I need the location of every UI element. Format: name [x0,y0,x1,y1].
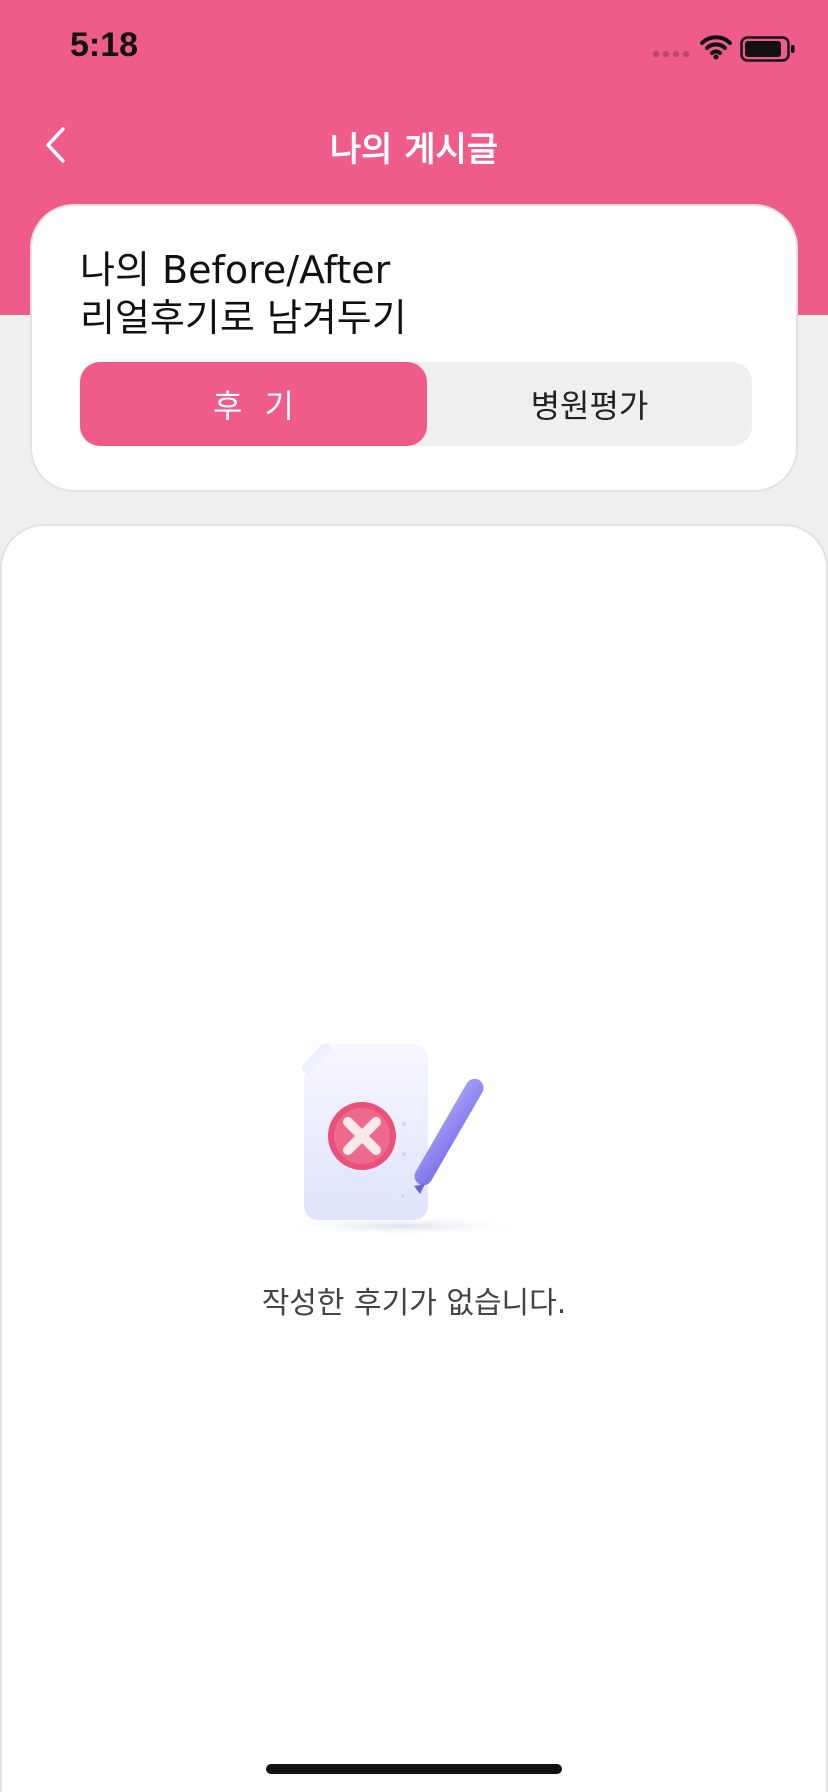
tab-review[interactable]: 후기 [80,362,427,446]
wifi-icon [700,35,732,60]
tab-hospital-rating[interactable]: 병원평가 [427,362,752,446]
status-time: 5:18 [70,26,139,64]
cellular-signal-icon [652,50,690,58]
intro-card: 나의 Before/After 리얼후기로 남겨두기 후기 병원평가 [30,204,798,492]
page-title: 나의 게시글 [329,130,499,170]
battery-icon [740,36,795,62]
status-bar: 5:18 [0,0,828,100]
document-error-icon [272,1043,532,1236]
review-type-segmented-control: 후기 병원평가 [80,362,752,446]
home-indicator[interactable] [266,1764,562,1774]
empty-state-message: 작성한 후기가 없습니다. [261,1286,567,1321]
navigation-bar: 나의 게시글 [0,100,828,190]
intro-title: 나의 Before/After 리얼후기로 남겨두기 [80,248,407,340]
